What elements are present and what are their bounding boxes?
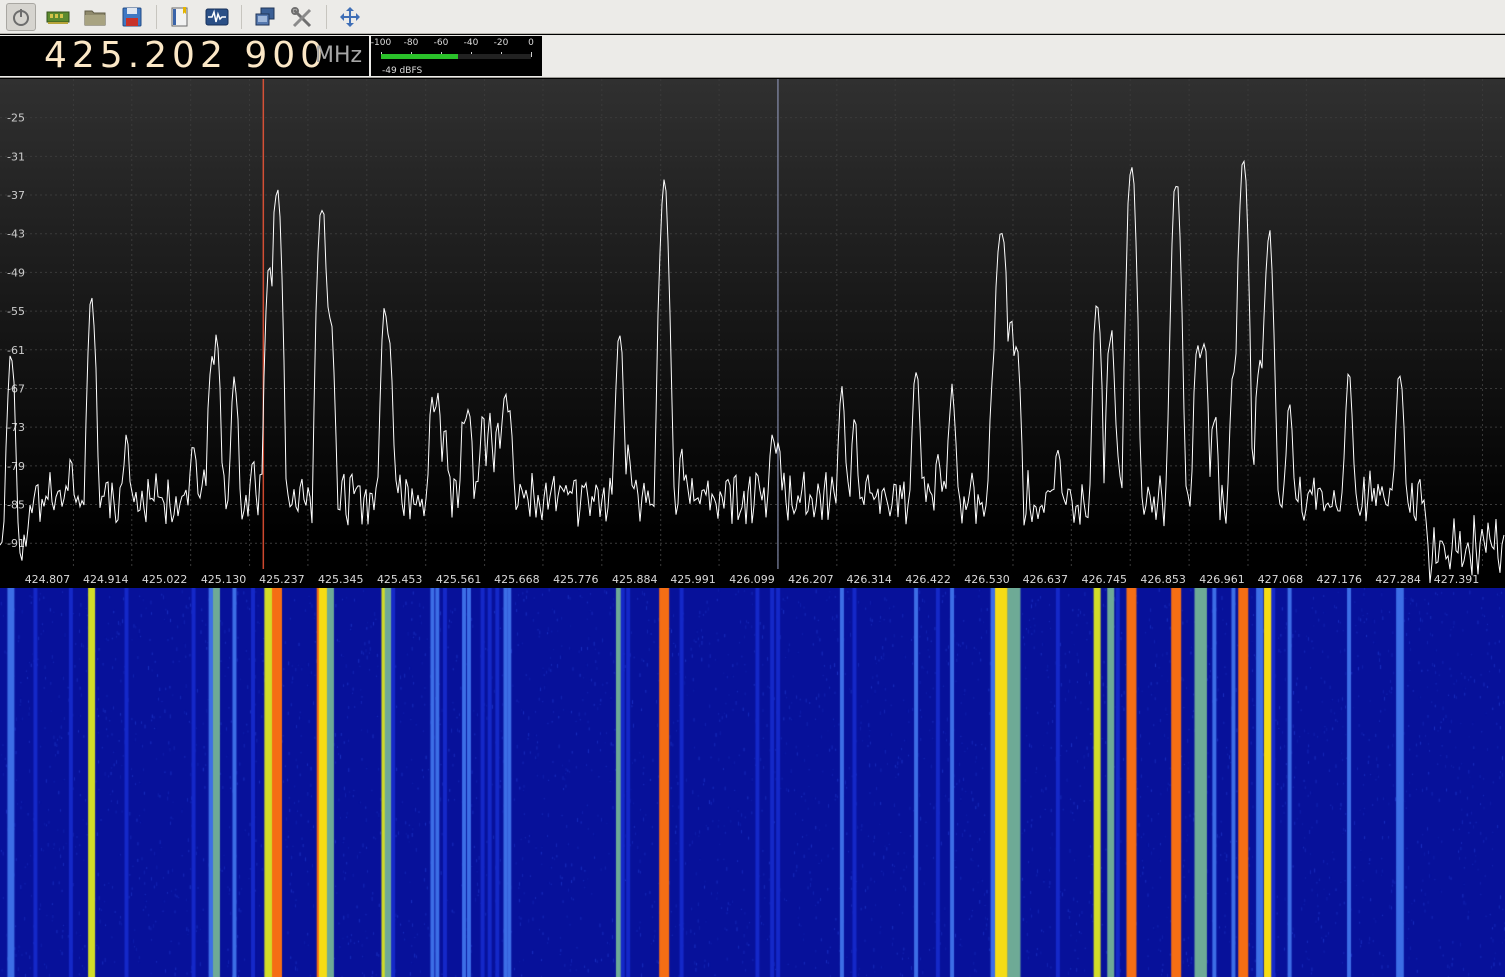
device-card-icon <box>46 11 70 24</box>
db-tick-label: -37 <box>7 189 25 202</box>
spectrum-svg: -25-31-37-43-49-55-61-67-73-79-85-91424.… <box>0 79 1505 586</box>
freq-tick-label: 426.853 <box>1140 573 1186 586</box>
freq-tick-label: 425.237 <box>259 573 305 586</box>
db-tick-label: -61 <box>7 344 25 357</box>
device-button[interactable] <box>43 3 73 31</box>
db-tick-label: -67 <box>7 382 25 395</box>
freq-tick-label: 425.453 <box>377 573 423 586</box>
freq-tick-label: 425.561 <box>436 573 482 586</box>
db-tick-label: -73 <box>7 421 25 434</box>
meter-tick <box>531 52 532 57</box>
freq-tick-label: 426.745 <box>1081 573 1127 586</box>
meter-scale-label: -60 <box>433 38 449 48</box>
toolbar-separator <box>241 4 242 29</box>
db-tick-label: -55 <box>7 305 25 318</box>
waterfall[interactable] <box>0 588 1505 977</box>
save-button[interactable] <box>117 3 147 31</box>
open-button[interactable] <box>80 3 110 31</box>
db-tick-label: -31 <box>7 150 25 163</box>
spectrum-plot[interactable]: -25 -31 -37 -43 -49 -55 -61 -67 -73 -79 -85 -91 424.… <box>0 79 1505 588</box>
freq-tick-label: 424.807 <box>25 573 71 586</box>
bookmarks-button[interactable] <box>165 3 195 31</box>
freq-tick-label: 426.314 <box>846 573 892 586</box>
meter-scale: -100 -80 -60 -40 -20 0 <box>371 38 537 48</box>
meter-scale-label: -100 <box>370 38 392 48</box>
freq-tick-label: 426.099 <box>729 573 775 586</box>
freq-tick-label: 425.668 <box>494 573 540 586</box>
toolbar-separator <box>156 4 157 29</box>
meter-scale-label: -80 <box>403 38 419 48</box>
toolbar-separator <box>326 4 327 29</box>
freq-tick-label: 425.884 <box>612 573 658 586</box>
tools-icon <box>291 6 312 27</box>
meter-scale-label: 0 <box>528 38 534 48</box>
db-tick-label: -25 <box>7 112 25 125</box>
power-icon <box>13 8 29 26</box>
freq-tick-label: 426.422 <box>905 573 951 586</box>
folder-icon <box>84 10 106 25</box>
tools-button[interactable] <box>287 3 317 31</box>
frequency-unit: MHz <box>315 43 363 68</box>
freq-tick-label: 426.961 <box>1199 573 1245 586</box>
freq-tick-label: 426.207 <box>788 573 834 586</box>
db-tick-label: -49 <box>7 266 25 279</box>
move-arrows-icon <box>340 6 360 27</box>
freq-tick-label: 425.776 <box>553 573 599 586</box>
db-tick-label: -91 <box>7 537 25 550</box>
waveform-button[interactable] <box>202 3 232 31</box>
remote-icon <box>255 7 275 25</box>
waveform-icon <box>205 8 229 25</box>
fullscreen-button[interactable] <box>335 3 365 31</box>
remote-button[interactable] <box>250 3 280 31</box>
freq-tick-label: 427.176 <box>1316 573 1362 586</box>
meter-level-label: -49 dBFS <box>382 66 423 76</box>
meter-scale-label: -20 <box>493 38 509 48</box>
frequency-value[interactable]: 425.202 900 <box>44 36 328 76</box>
freq-tick-label: 426.530 <box>964 573 1010 586</box>
meter-scale-label: -40 <box>463 38 479 48</box>
frequency-bar: 425.202 900 MHz -100 -80 -60 -40 -20 0 -49 dB… <box>0 35 1505 78</box>
db-tick-label: -85 <box>7 499 25 512</box>
waterfall-canvas <box>0 588 1505 977</box>
freq-tick-label: 425.130 <box>201 573 247 586</box>
freq-tick-label: 424.914 <box>83 573 129 586</box>
freq-tick-label: 425.345 <box>318 573 364 586</box>
frequency-display[interactable]: 425.202 900 MHz <box>0 36 369 76</box>
spectrum-trace <box>0 159 1505 584</box>
toolbar <box>0 0 1505 34</box>
signal-meter: -100 -80 -60 -40 -20 0 -49 dBFS <box>371 36 542 76</box>
freq-tick-label: 427.284 <box>1375 573 1421 586</box>
freq-tick-label: 425.991 <box>670 573 716 586</box>
freq-tick-label: 425.022 <box>142 573 188 586</box>
meter-bar-track <box>381 54 531 59</box>
freq-tick-label: 426.637 <box>1023 573 1069 586</box>
floppy-icon <box>122 7 142 26</box>
bookmark-icon <box>171 6 188 26</box>
freq-tick-label: 427.068 <box>1258 573 1304 586</box>
power-button[interactable] <box>6 2 36 31</box>
meter-level-bar <box>381 54 458 59</box>
db-tick-label: -43 <box>7 228 25 241</box>
